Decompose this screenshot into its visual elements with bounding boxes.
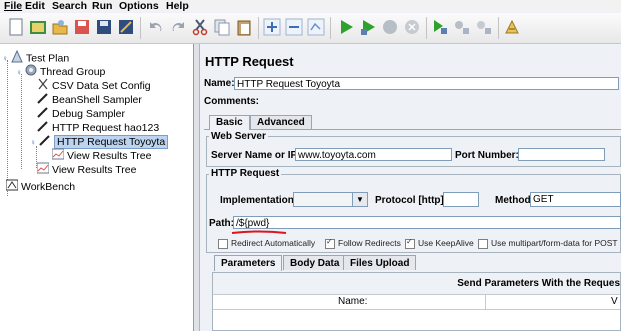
undo-icon[interactable] — [146, 17, 166, 37]
cut-icon[interactable] — [190, 17, 210, 37]
expand-icon[interactable] — [262, 17, 282, 37]
chart-icon — [36, 162, 50, 178]
protocol-field[interactable] — [443, 192, 479, 207]
save-as-icon[interactable] — [72, 17, 92, 37]
remote-start-icon[interactable] — [430, 17, 450, 37]
params-table-header: Name: V — [213, 294, 620, 310]
remote-stop-icon[interactable] — [452, 17, 472, 37]
use-keepalive-checkbox[interactable]: Use KeepAlive — [405, 237, 474, 249]
parameters-panel: Send Parameters With the Reques Name: V — [212, 272, 621, 331]
clear-icon[interactable] — [502, 17, 522, 37]
tab-body-data[interactable]: Body Data — [283, 255, 347, 270]
name-field[interactable]: HTTP Request Toyoyta — [234, 77, 619, 90]
path-label: Path: — [209, 218, 234, 229]
server-label: Server Name or IP: — [211, 150, 301, 161]
menu-bar: File Edit Search Run Options Help — [0, 0, 621, 12]
implementation-select[interactable]: ▼ — [293, 192, 368, 207]
page-title: HTTP Request — [205, 54, 294, 69]
path-field[interactable]: /${pwd} — [233, 216, 621, 229]
http-request-panel: HTTP Request Name: HTTP Request Toyoyta … — [200, 44, 621, 331]
collapse-toggle-icon[interactable]: ♀ — [16, 66, 22, 79]
use-multipart-checkbox[interactable]: Use multipart/form-data for POST — [478, 238, 618, 249]
tab-basic[interactable]: Basic — [209, 115, 250, 130]
stop-icon[interactable] — [380, 17, 400, 37]
toolbar — [0, 13, 621, 44]
comments-label: Comments: — [204, 96, 260, 107]
menu-run[interactable]: Run — [92, 0, 112, 12]
start-icon[interactable] — [336, 17, 356, 37]
gear-icon — [25, 64, 37, 80]
name-row: Name: — [204, 78, 235, 89]
chevron-down-icon: ▼ — [352, 193, 367, 206]
remote-shutdown-icon[interactable] — [474, 17, 494, 37]
redirect-automatically-checkbox[interactable]: Redirect Automatically — [218, 238, 315, 249]
templates-icon[interactable] — [28, 17, 48, 37]
menu-options[interactable]: Options — [119, 0, 159, 12]
params-table-body[interactable] — [213, 310, 620, 330]
server-field[interactable]: www.toyoyta.com — [295, 148, 452, 161]
shutdown-icon[interactable] — [402, 17, 422, 37]
test-plan-tree[interactable]: ♀ Test Plan ♀ Thread Group CSV Data Set Co… — [0, 44, 194, 331]
menu-help[interactable]: Help — [166, 0, 189, 12]
tab-parameters[interactable]: Parameters — [214, 255, 283, 271]
toggle-icon[interactable] — [306, 17, 326, 37]
protocol-label: Protocol [http]: — [375, 195, 448, 206]
paste-icon[interactable] — [234, 17, 254, 37]
collapse-toggle-icon[interactable]: ♀ — [2, 52, 8, 65]
column-name[interactable]: Name: — [338, 296, 367, 307]
start-no-pause-icon[interactable] — [358, 17, 378, 37]
red-underline-annotation — [231, 230, 287, 234]
method-label: Method: — [495, 195, 534, 206]
column-value[interactable]: V — [611, 296, 618, 307]
new-icon[interactable] — [6, 17, 26, 37]
menu-file[interactable]: File — [4, 0, 22, 12]
workbench-icon — [5, 179, 19, 195]
collapse-icon[interactable] — [284, 17, 304, 37]
tab-files-upload[interactable]: Files Upload — [343, 255, 417, 270]
open-icon[interactable] — [50, 17, 70, 37]
save-icon[interactable] — [94, 17, 114, 37]
tree-item-view-results-tree[interactable]: View Results Tree — [36, 162, 136, 178]
port-field[interactable] — [518, 148, 605, 161]
params-header: Send Parameters With the Reques — [457, 278, 620, 289]
config-tabs: Basic Advanced — [204, 115, 621, 130]
implementation-label: Implementation: — [220, 195, 298, 206]
menu-edit[interactable]: Edit — [25, 0, 45, 12]
tree-item-workbench[interactable]: WorkBench — [5, 179, 75, 195]
web-server-legend: Web Server — [209, 131, 268, 142]
collapse-toggle-icon[interactable]: ♀ — [30, 136, 36, 149]
revert-icon[interactable] — [116, 17, 136, 37]
http-request-legend: HTTP Request — [209, 168, 282, 179]
menu-search[interactable]: Search — [52, 0, 87, 12]
pen-icon — [39, 134, 51, 150]
redo-icon[interactable] — [168, 17, 188, 37]
follow-redirects-checkbox[interactable]: Follow Redirects — [325, 237, 401, 249]
port-label: Port Number: — [455, 150, 519, 161]
method-select[interactable]: GET — [530, 192, 621, 207]
name-label: Name: — [204, 78, 235, 89]
copy-icon[interactable] — [212, 17, 232, 37]
tab-advanced[interactable]: Advanced — [250, 115, 312, 129]
